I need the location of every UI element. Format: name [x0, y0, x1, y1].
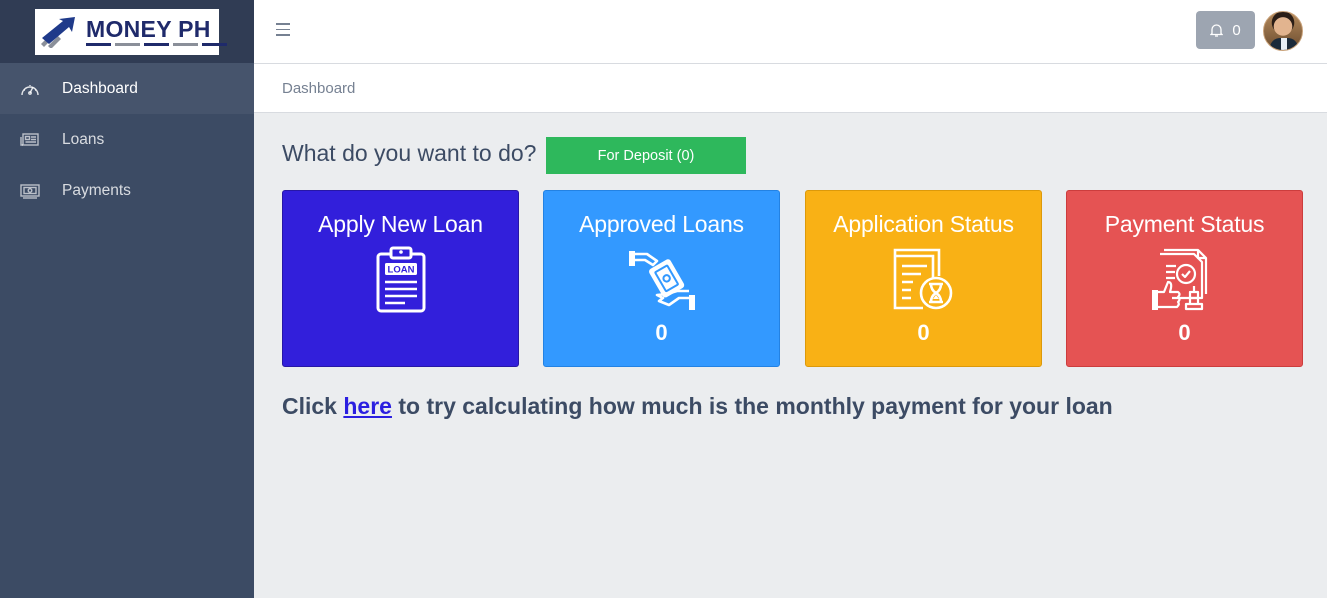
sidebar-item-loans[interactable]: Loans	[0, 114, 254, 165]
calc-suffix: to try calculating how much is the month…	[391, 393, 1113, 419]
logo-underline	[86, 43, 227, 46]
hand-money-icon	[627, 244, 697, 316]
application-status-count: 0	[917, 320, 930, 345]
speedometer-icon	[19, 80, 41, 98]
card-title: Payment Status	[1104, 211, 1265, 237]
notifications-button[interactable]: 0	[1196, 11, 1255, 49]
breadcrumb: Dashboard	[254, 64, 1327, 113]
top-header: 0	[254, 0, 1327, 64]
card-title: Application Status	[833, 211, 1014, 237]
breadcrumb-item-dashboard: Dashboard	[282, 80, 356, 97]
card-application-status[interactable]: Application Status 0	[805, 190, 1042, 367]
invoice-approval-icon	[1150, 244, 1220, 316]
notifications-count: 0	[1232, 21, 1241, 39]
sidebar-brand[interactable]: MONEY PH	[0, 0, 254, 63]
approved-loans-count: 0	[655, 320, 668, 345]
money-bill-icon	[19, 182, 41, 200]
card-approved-loans[interactable]: Approved Loans 0	[543, 190, 780, 367]
calculator-prompt: Click here to try calculating how much i…	[282, 393, 1113, 420]
avatar[interactable]	[1263, 11, 1303, 51]
card-apply-new-loan[interactable]: Apply New Loan LOAN	[282, 190, 519, 367]
for-deposit-button[interactable]: For Deposit (0)	[546, 137, 746, 174]
card-title: Approved Loans	[579, 211, 744, 237]
sidebar-item-label: Payments	[62, 181, 131, 199]
card-payment-status[interactable]: Payment Status 0	[1066, 190, 1303, 367]
logo-text: MONEY PH	[86, 16, 211, 42]
newspaper-icon	[19, 131, 41, 149]
svg-text:LOAN: LOAN	[387, 265, 414, 276]
document-hourglass-icon	[889, 244, 959, 316]
calculator-link[interactable]: here	[343, 393, 392, 419]
card-title: Apply New Loan	[318, 211, 483, 237]
chart-arrow-icon	[41, 16, 75, 48]
page-question: What do you want to do?	[282, 140, 537, 166]
calc-prefix: Click	[282, 393, 344, 419]
sidebar-item-dashboard[interactable]: Dashboard	[0, 63, 254, 114]
hamburger-icon[interactable]	[276, 23, 290, 37]
sidebar-item-label: Loans	[62, 130, 105, 148]
sidebar-item-payments[interactable]: Payments	[0, 165, 254, 216]
sidebar: MONEY PH Dashboard Loans Payments	[0, 0, 254, 598]
logo[interactable]: MONEY PH	[35, 8, 227, 55]
sidebar-item-label: Dashboard	[62, 79, 138, 97]
bell-icon	[1210, 24, 1224, 37]
payment-status-count: 0	[1178, 320, 1191, 345]
loan-clipboard-icon: LOAN	[374, 244, 428, 316]
